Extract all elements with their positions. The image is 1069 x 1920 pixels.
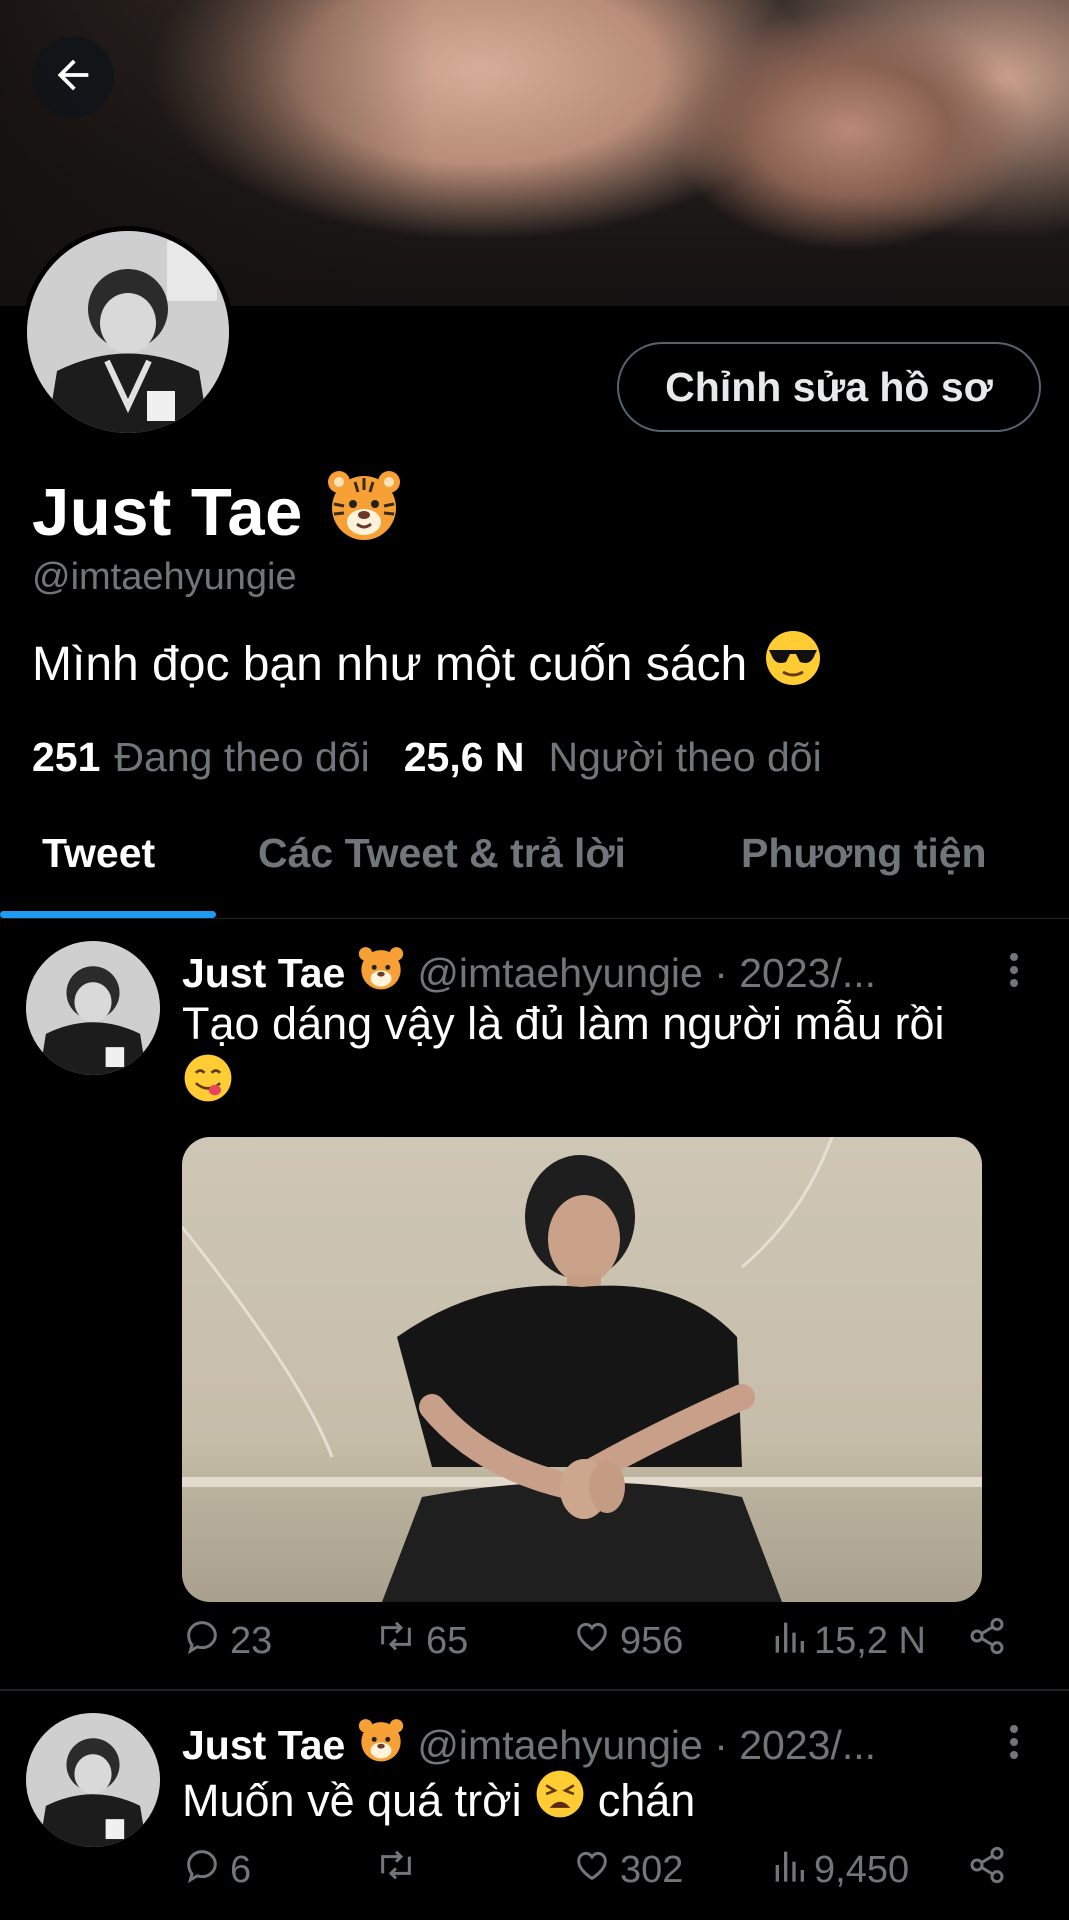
profile-avatar[interactable] — [22, 226, 234, 438]
more-options-icon[interactable] — [1000, 950, 1028, 990]
tiger-emoji-icon — [325, 466, 403, 558]
tiger-emoji-icon — [357, 944, 405, 1002]
views-chart-icon — [772, 1616, 806, 1666]
active-tab-indicator — [0, 911, 216, 918]
views-chart-icon — [772, 1845, 806, 1895]
share-icon — [966, 1616, 1008, 1666]
following-count[interactable]: 251 — [32, 734, 100, 781]
views-button[interactable]: 9,450 — [772, 1845, 909, 1895]
profile-stats: 251 Đang theo dõi 25,6 N Người theo dõi — [32, 734, 822, 781]
back-button[interactable] — [32, 36, 114, 118]
tab-tweet[interactable]: Tweet — [42, 830, 155, 877]
tab-media[interactable]: Phương tiện — [741, 830, 987, 877]
sunglasses-emoji-icon — [763, 628, 823, 700]
share-button[interactable] — [966, 1616, 1008, 1666]
share-button[interactable] — [966, 1845, 1008, 1895]
like-button[interactable]: 956 — [572, 1616, 683, 1666]
like-button[interactable]: 302 — [572, 1845, 683, 1895]
tweet-divider — [0, 1689, 1069, 1691]
views-count: 9,450 — [814, 1848, 910, 1891]
arrow-left-icon — [50, 52, 96, 103]
reply-button[interactable]: 6 — [182, 1845, 251, 1895]
tabs-divider — [0, 918, 1069, 919]
bio-text: Mình đọc bạn như một cuốn sách — [32, 637, 748, 691]
followers-label[interactable]: Người theo dõi — [549, 734, 822, 781]
heart-icon — [572, 1616, 612, 1666]
profile-name-row: Just Tae — [32, 466, 403, 558]
like-count: 956 — [620, 1619, 684, 1662]
tweet-header: Just Tae @imtaehyungie · 2023/... — [182, 1716, 876, 1774]
retweet-button[interactable]: 65 — [374, 1616, 468, 1666]
tweet-text-content: Tạo dáng vậy là đủ làm người mẫu rồi — [182, 998, 945, 1049]
profile-name: Just Tae — [32, 474, 303, 550]
tweet-header: Just Tae @imtaehyungie · 2023/... — [182, 944, 876, 1002]
followers-count[interactable]: 25,6 N — [404, 734, 525, 781]
tweet-actions: 6 302 9,450 — [182, 1845, 1012, 1905]
tweet-text-content: Muốn về quá trời — [182, 1774, 522, 1826]
reply-icon — [182, 1845, 222, 1895]
tired-face-emoji-icon — [534, 1768, 586, 1833]
reply-count: 6 — [230, 1848, 252, 1891]
tweet-author-name[interactable]: Just Tae — [182, 1722, 345, 1769]
reply-button[interactable]: 23 — [182, 1616, 272, 1666]
tweet-text-suffix: chán — [597, 1774, 696, 1826]
tweet-actions: 23 65 956 15,2 N — [182, 1616, 1012, 1676]
views-button[interactable]: 15,2 N — [772, 1616, 926, 1666]
heart-icon — [572, 1845, 612, 1895]
tab-tweets-and-replies[interactable]: Các Tweet & trả lời — [258, 830, 626, 877]
profile-bio: Mình đọc bạn như một cuốn sách — [32, 628, 823, 700]
tweet-text: Muốn về quá trời chán — [182, 1768, 1002, 1833]
following-label[interactable]: Đang theo dõi — [114, 734, 369, 781]
tweet-text: Tạo dáng vậy là đủ làm người mẫu rồi — [182, 996, 1002, 1117]
reply-count: 23 — [230, 1619, 273, 1662]
reply-icon — [182, 1616, 222, 1666]
profile-handle: @imtaehyungie — [32, 556, 297, 598]
retweet-count: 65 — [426, 1619, 469, 1662]
tiger-emoji-icon — [357, 1716, 405, 1774]
tweet-author-name[interactable]: Just Tae — [182, 950, 345, 997]
views-count: 15,2 N — [814, 1619, 926, 1662]
like-count: 302 — [620, 1848, 684, 1891]
more-options-icon[interactable] — [1000, 1722, 1028, 1762]
retweet-button[interactable] — [374, 1845, 426, 1895]
retweet-icon — [374, 1845, 418, 1895]
tweet-handle-date[interactable]: @imtaehyungie · 2023/... — [417, 950, 876, 997]
edit-profile-button[interactable]: Chỉnh sửa hồ sơ — [617, 342, 1041, 432]
retweet-icon — [374, 1616, 418, 1666]
yum-emoji-icon — [182, 1054, 234, 1114]
share-icon — [966, 1845, 1008, 1895]
tweet-image[interactable] — [182, 1137, 982, 1602]
tweet-avatar[interactable] — [26, 941, 160, 1075]
tweet-handle-date[interactable]: @imtaehyungie · 2023/... — [417, 1722, 876, 1769]
profile-tabs: Tweet Các Tweet & trả lời Phương tiện — [0, 812, 1069, 920]
tweet-avatar[interactable] — [26, 1713, 160, 1847]
